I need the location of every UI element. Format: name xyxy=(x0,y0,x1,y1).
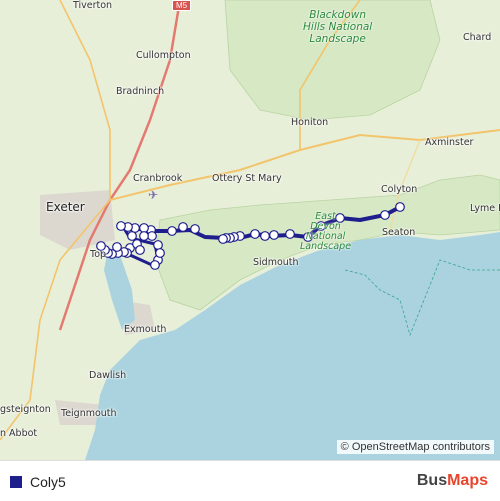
place-honiton: Honiton xyxy=(291,117,329,128)
road-shield-m5: M5 xyxy=(172,0,192,11)
legend-color-swatch xyxy=(10,476,22,488)
bus-stop-marker[interactable] xyxy=(112,242,122,252)
bus-stop-marker[interactable] xyxy=(127,231,137,241)
brand-part-1: Bus xyxy=(416,472,448,489)
park-east-devon: East Devon National Landscape xyxy=(300,211,352,252)
bus-stop-marker[interactable] xyxy=(150,260,160,270)
place-bradninch: Bradninch xyxy=(116,86,165,97)
bus-stop-marker[interactable] xyxy=(178,222,188,232)
place-newton-abbot: n Abbot xyxy=(0,428,38,439)
bus-stop-marker[interactable] xyxy=(135,245,145,255)
place-kingsteignton: gsteignton xyxy=(0,404,51,415)
busmaps-logo[interactable]: BusMaps xyxy=(417,472,488,490)
place-cranbrook: Cranbrook xyxy=(133,173,183,184)
place-exeter: Exeter xyxy=(46,200,85,214)
bus-stop-marker[interactable] xyxy=(269,230,279,240)
bus-stop-marker[interactable] xyxy=(285,229,295,239)
place-teignmouth: Teignmouth xyxy=(61,408,117,419)
place-ottery-st-mary: Ottery St Mary xyxy=(212,173,282,184)
place-chard: Chard xyxy=(463,32,492,43)
place-exmouth: Exmouth xyxy=(124,324,167,335)
place-tiverton: Tiverton xyxy=(73,0,113,11)
map-basemap: ✈ xyxy=(0,0,500,460)
bus-stop-marker[interactable] xyxy=(153,240,163,250)
airport-icon: ✈ xyxy=(148,188,158,202)
place-axminster: Axminster xyxy=(425,137,474,148)
brand-part-2: Maps xyxy=(447,472,488,489)
legend-route-label[interactable]: Coly5 xyxy=(30,474,66,490)
bus-stop-marker[interactable] xyxy=(155,248,165,258)
place-lyme-regis: Lyme R xyxy=(470,203,500,214)
place-cullompton: Cullompton xyxy=(136,50,191,61)
bus-stop-marker[interactable] xyxy=(218,234,228,244)
place-topsham: Top xyxy=(90,249,107,260)
place-colyton: Colyton xyxy=(381,184,418,195)
bus-stop-marker[interactable] xyxy=(250,229,260,239)
map-view[interactable]: ✈ Tiverton Cullompton Bradninch Exeter C… xyxy=(0,0,500,460)
park-blackdown-hills: Blackdown Hills National Landscape xyxy=(303,9,373,45)
bus-stop-marker[interactable] xyxy=(139,223,149,233)
map-footer: Coly5 BusMaps xyxy=(0,460,500,501)
place-dawlish: Dawlish xyxy=(89,370,127,381)
bus-stop-marker[interactable] xyxy=(147,231,157,241)
place-seaton: Seaton xyxy=(382,227,416,238)
bus-stop-marker[interactable] xyxy=(380,210,390,220)
bus-stop-marker[interactable] xyxy=(260,231,270,241)
map-attribution[interactable]: © OpenStreetMap contributors xyxy=(336,440,494,454)
bus-stop-marker[interactable] xyxy=(139,231,149,241)
bus-stop-marker[interactable] xyxy=(167,226,177,236)
place-sidmouth: Sidmouth xyxy=(253,257,299,268)
bus-stop-marker[interactable] xyxy=(190,224,200,234)
bus-stop-marker[interactable] xyxy=(116,221,126,231)
bus-stop-marker[interactable] xyxy=(395,202,405,212)
